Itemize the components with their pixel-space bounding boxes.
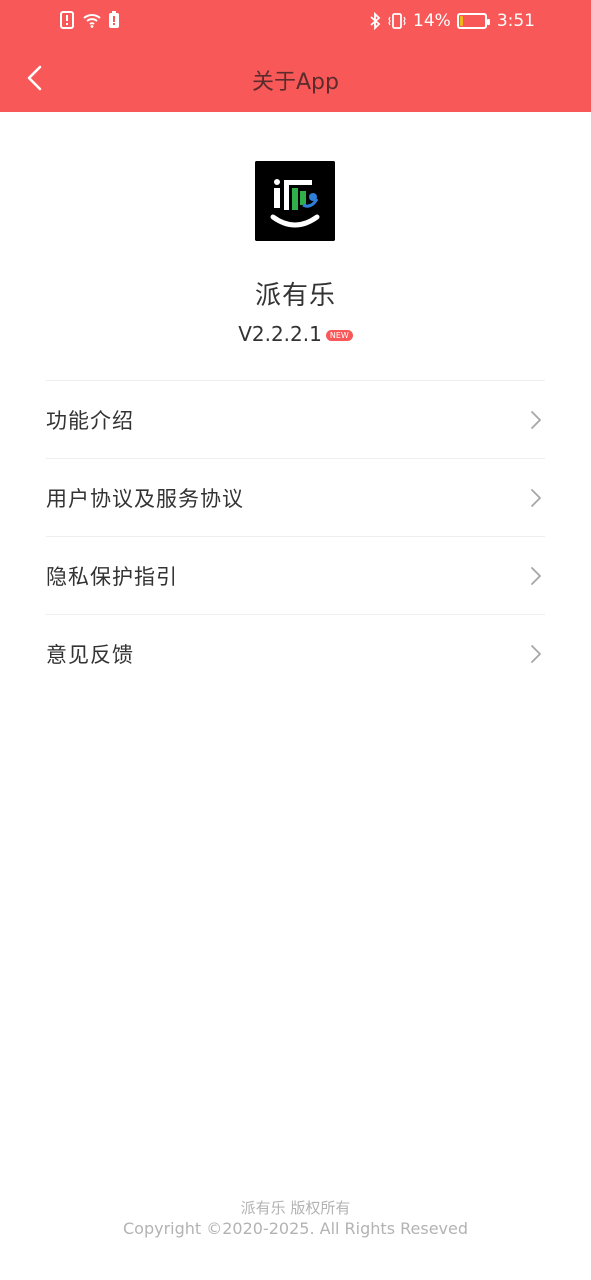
chevron-right-icon <box>531 566 541 585</box>
battery-percent: 14% <box>413 11 451 31</box>
menu-item-features[interactable]: 功能介绍 <box>46 381 545 459</box>
status-bar: 14% 3:51 <box>0 0 591 44</box>
vibrate-icon <box>388 13 406 29</box>
menu-item-user-agreement[interactable]: 用户协议及服务协议 <box>46 459 545 537</box>
chevron-right-icon <box>531 410 541 429</box>
menu-item-label: 用户协议及服务协议 <box>46 486 244 511</box>
status-right: 14% 3:51 <box>369 11 535 31</box>
menu-item-label: 隐私保护指引 <box>46 564 178 589</box>
battery-level-fill <box>459 16 464 26</box>
version-row: V2.2.2.1 NEW <box>0 322 591 346</box>
menu-item-privacy[interactable]: 隐私保护指引 <box>46 537 545 615</box>
alert-icon <box>60 11 74 29</box>
page-title: 关于App <box>252 70 339 95</box>
chevron-right-icon <box>531 488 541 507</box>
menu-item-label: 意见反馈 <box>46 643 134 667</box>
nav-bar: 关于App <box>0 44 591 112</box>
menu-item-label: 功能介绍 <box>46 408 134 433</box>
bluetooth-icon <box>370 12 381 30</box>
footer-copyright: Copyright ©2020-2025. All Rights Reseved <box>122 1219 468 1238</box>
new-badge: NEW <box>325 329 353 341</box>
about-app-screen: 14% 3:51 关于App 派有乐 V2.2.2.1 NEW 功能介绍 用户协… <box>0 0 591 1280</box>
status-left <box>58 11 120 29</box>
app-logo <box>255 161 335 241</box>
wifi-icon <box>83 14 101 28</box>
clock: 3:51 <box>496 11 535 31</box>
menu-list: 功能介绍 用户协议及服务协议 隐私保护指引 意见反馈 <box>46 380 545 693</box>
chevron-right-icon <box>531 645 541 663</box>
menu-item-feedback[interactable]: 意见反馈 <box>46 615 545 693</box>
header: 14% 3:51 关于App <box>0 0 591 112</box>
app-name: 派有乐 <box>254 281 336 311</box>
app-version: V2.2.2.1 <box>238 322 322 346</box>
footer: 派有乐 版权所有 Copyright ©2020-2025. All Right… <box>0 1198 591 1240</box>
battery-alert-icon <box>109 11 119 28</box>
footer-copyright-owner: 派有乐 版权所有 <box>240 1199 351 1217</box>
battery-icon <box>456 13 490 29</box>
